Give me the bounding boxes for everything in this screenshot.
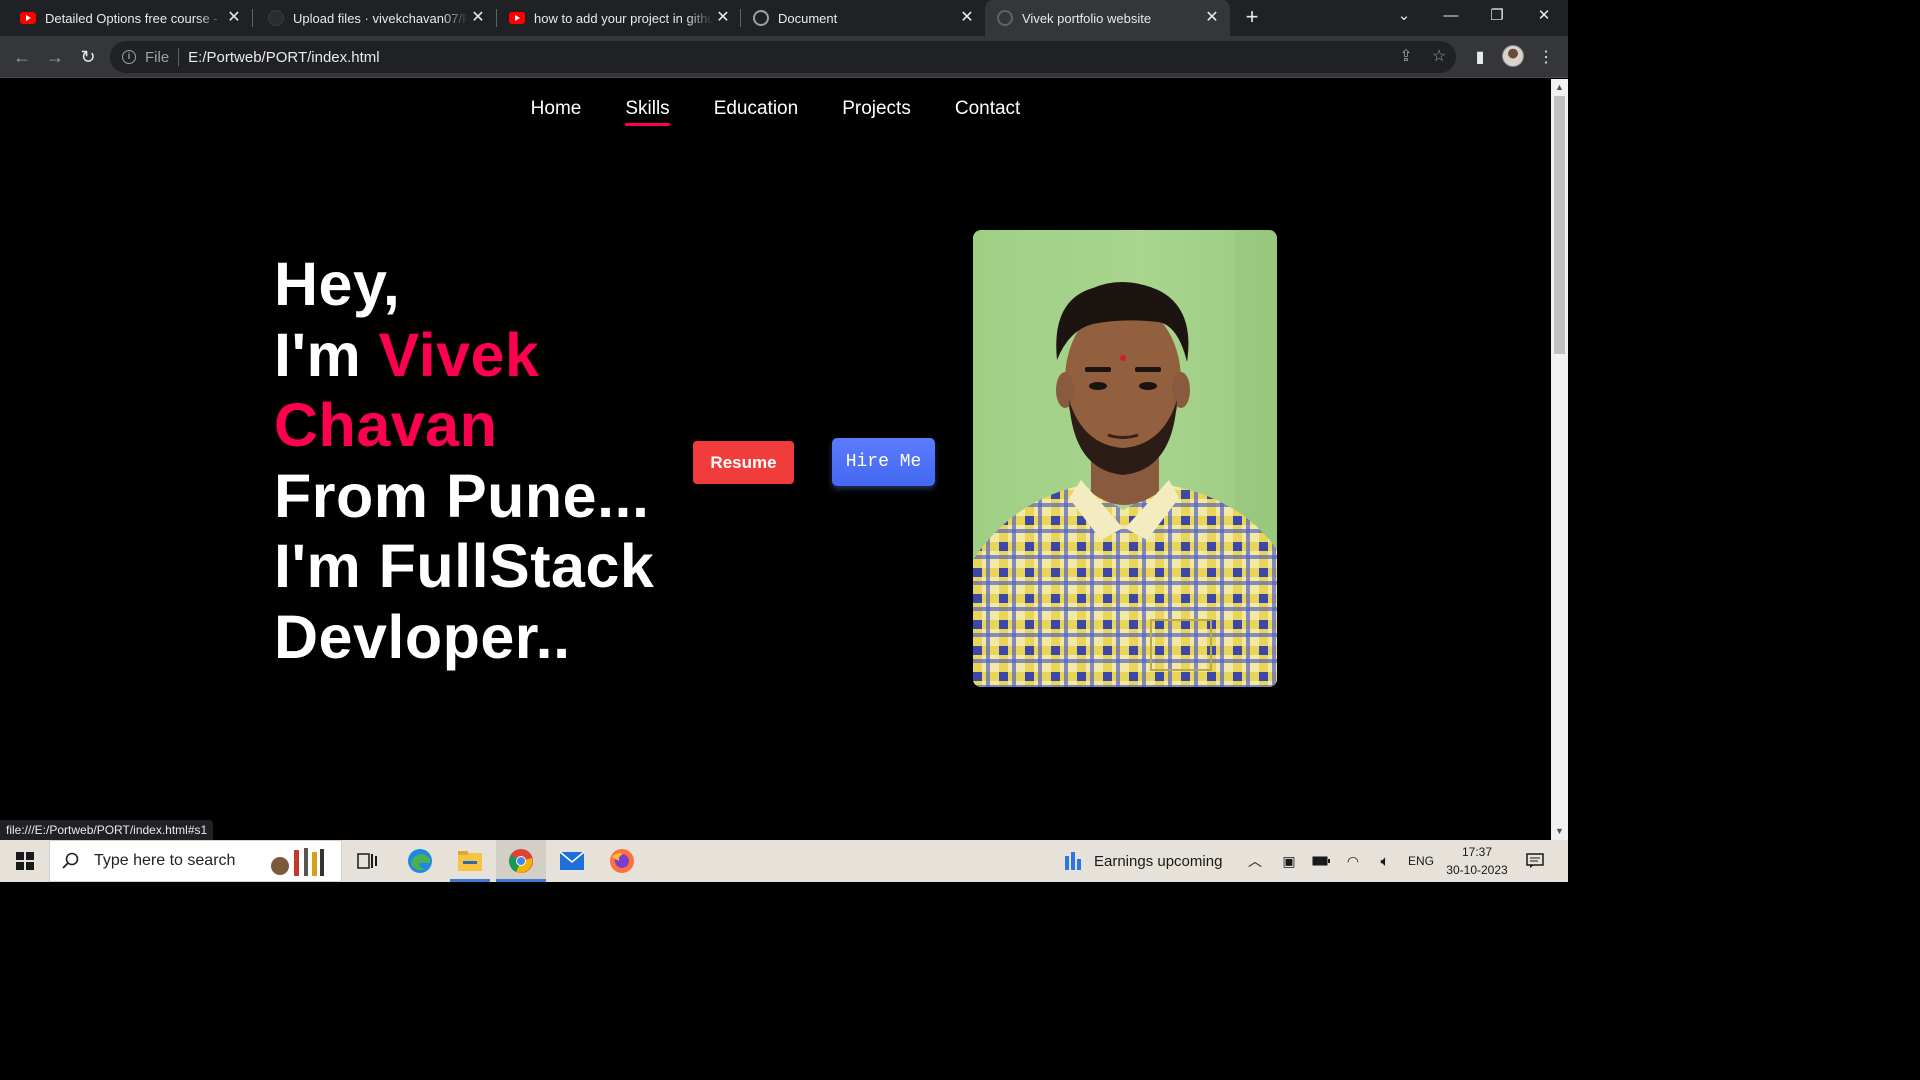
scrollbar-thumb[interactable] [1554, 96, 1565, 354]
reload-button[interactable]: ↻ [74, 44, 102, 72]
hero-first-name: Vivek [378, 320, 540, 389]
address-scheme: File [145, 48, 170, 66]
tab-title: Document [778, 10, 838, 26]
back-button[interactable]: ← [8, 44, 36, 72]
nav-skills[interactable]: Skills [625, 79, 671, 139]
firefox-icon[interactable] [602, 840, 642, 882]
nav-contact[interactable]: Contact [955, 79, 1020, 139]
address-divider [178, 48, 180, 66]
github-icon [268, 10, 284, 26]
tab-youtube-github[interactable]: how to add your project in github ✕ [489, 0, 741, 36]
hero-intro-line: I'm Vivek [274, 320, 654, 391]
resume-button[interactable]: Resume [693, 441, 794, 484]
page-scrollbar[interactable]: ▲ ▼ [1551, 79, 1568, 840]
news-widget-text[interactable]: Earnings upcoming [1094, 853, 1222, 870]
nav-education[interactable]: Education [714, 79, 799, 139]
mail-icon[interactable] [552, 840, 592, 882]
close-tab-icon[interactable]: ✕ [713, 8, 733, 28]
chrome-taskbar-icon[interactable] [496, 840, 546, 882]
show-hidden-icons-chevron-icon[interactable]: ︿ [1244, 840, 1266, 882]
globe-icon [753, 10, 769, 26]
tab-title: Detailed Options free course - YouTube [45, 10, 224, 26]
hire-me-button[interactable]: Hire Me [832, 438, 935, 486]
youtube-icon [20, 10, 36, 26]
tab-document[interactable]: Document ✕ [733, 0, 985, 36]
scroll-down-arrow-icon[interactable]: ▼ [1551, 823, 1568, 840]
tab-strip: Detailed Options free course - YouTube ✕… [0, 0, 1568, 36]
share-icon[interactable]: ⇪ [1390, 41, 1422, 73]
address-bar[interactable]: i File E:/Portweb/PORT/index.html ⇪ ☆ [110, 41, 1456, 73]
profile-avatar[interactable] [1502, 45, 1524, 67]
address-url[interactable]: E:/Portweb/PORT/index.html [188, 49, 379, 66]
wifi-icon[interactable]: ◠ [1342, 840, 1364, 882]
windows-taskbar: Type here to search Earnings upcoming ︿ … [0, 840, 1568, 882]
explorer-running-indicator [450, 879, 490, 882]
close-tab-icon[interactable]: ✕ [468, 8, 488, 28]
file-explorer-icon[interactable] [450, 840, 490, 882]
scroll-up-arrow-icon[interactable]: ▲ [1551, 79, 1568, 96]
site-nav: Home Skills Education Projects Contact [0, 79, 1551, 149]
tab-title: Upload files · vivekchavan07/Portfolio [293, 10, 468, 26]
browser-toolbar: ← → ↻ i File E:/Portweb/PORT/index.html … [0, 36, 1568, 78]
tab-title: Vivek portfolio website [1022, 10, 1152, 26]
clock-date: 30-10-2023 [1446, 863, 1508, 877]
new-tab-button[interactable]: + [1240, 6, 1264, 30]
hero-role-line1: I'm FullStack [274, 532, 655, 600]
close-window-button[interactable]: ✕ [1521, 0, 1567, 36]
bookmark-star-icon[interactable]: ☆ [1423, 41, 1455, 73]
nav-projects[interactable]: Projects [842, 79, 911, 139]
nav-home[interactable]: Home [531, 79, 582, 139]
menu-kebab-icon[interactable]: ⋮ [1532, 44, 1560, 72]
globe-icon [997, 10, 1013, 26]
forward-button[interactable]: → [41, 44, 69, 72]
clock[interactable]: 17:37 30-10-2023 [1438, 843, 1516, 879]
search-highlight-tools-icon [271, 848, 324, 876]
info-icon[interactable]: i [122, 50, 136, 64]
youtube-icon [509, 10, 525, 26]
close-tab-icon[interactable]: ✕ [957, 8, 977, 28]
weather-widget-icon[interactable] [1060, 840, 1086, 882]
taskbar-search-box[interactable]: Type here to search [49, 840, 342, 882]
notification-center-icon[interactable] [1522, 840, 1548, 882]
portrait-illustration [973, 230, 1277, 687]
tab-title: how to add your project in github [534, 10, 713, 26]
battery-icon[interactable] [1310, 840, 1332, 882]
side-panel-icon[interactable]: ▮ [1466, 44, 1494, 72]
meet-now-icon[interactable]: ▣ [1278, 840, 1300, 882]
tab-vivek-portfolio[interactable]: Vivek portfolio website ✕ [985, 0, 1230, 36]
hero-location: From Pune... [274, 461, 650, 530]
hero-role-line2: Devloper.. [274, 602, 571, 671]
hero-heading: Hey, I'm Vivek Chavan From Pune... I'm F… [274, 249, 654, 672]
link-status-bubble: file:///E:/Portweb/PORT/index.html#s1 [0, 820, 214, 840]
chrome-running-indicator [496, 879, 546, 882]
search-placeholder: Type here to search [94, 852, 236, 869]
task-view-icon[interactable] [350, 840, 384, 882]
hero-last-name: Chavan [274, 391, 498, 459]
clock-time: 17:37 [1461, 845, 1493, 859]
restore-button[interactable]: ❐ [1474, 0, 1520, 36]
tab-youtube-options[interactable]: Detailed Options free course - YouTube ✕ [0, 0, 252, 36]
close-tab-icon[interactable]: ✕ [1202, 8, 1222, 28]
page-viewport: Home Skills Education Projects Contact H… [0, 79, 1551, 840]
hero-greeting: Hey, [274, 250, 401, 318]
minimize-button[interactable]: — [1428, 0, 1474, 36]
search-icon [62, 852, 79, 869]
tab-search-chevron-icon[interactable]: ⌄ [1381, 0, 1427, 36]
close-tab-icon[interactable]: ✕ [224, 8, 244, 28]
edge-browser-icon[interactable] [400, 840, 440, 882]
volume-icon[interactable]: 🔈︎ [1374, 840, 1396, 882]
tab-github-upload[interactable]: Upload files · vivekchavan07/Portfolio ✕ [248, 0, 496, 36]
windows-start-icon[interactable] [0, 840, 49, 882]
profile-photo [973, 230, 1277, 687]
hero-intro-prefix: I'm [274, 320, 379, 389]
language-indicator[interactable]: ENG [1408, 854, 1434, 868]
